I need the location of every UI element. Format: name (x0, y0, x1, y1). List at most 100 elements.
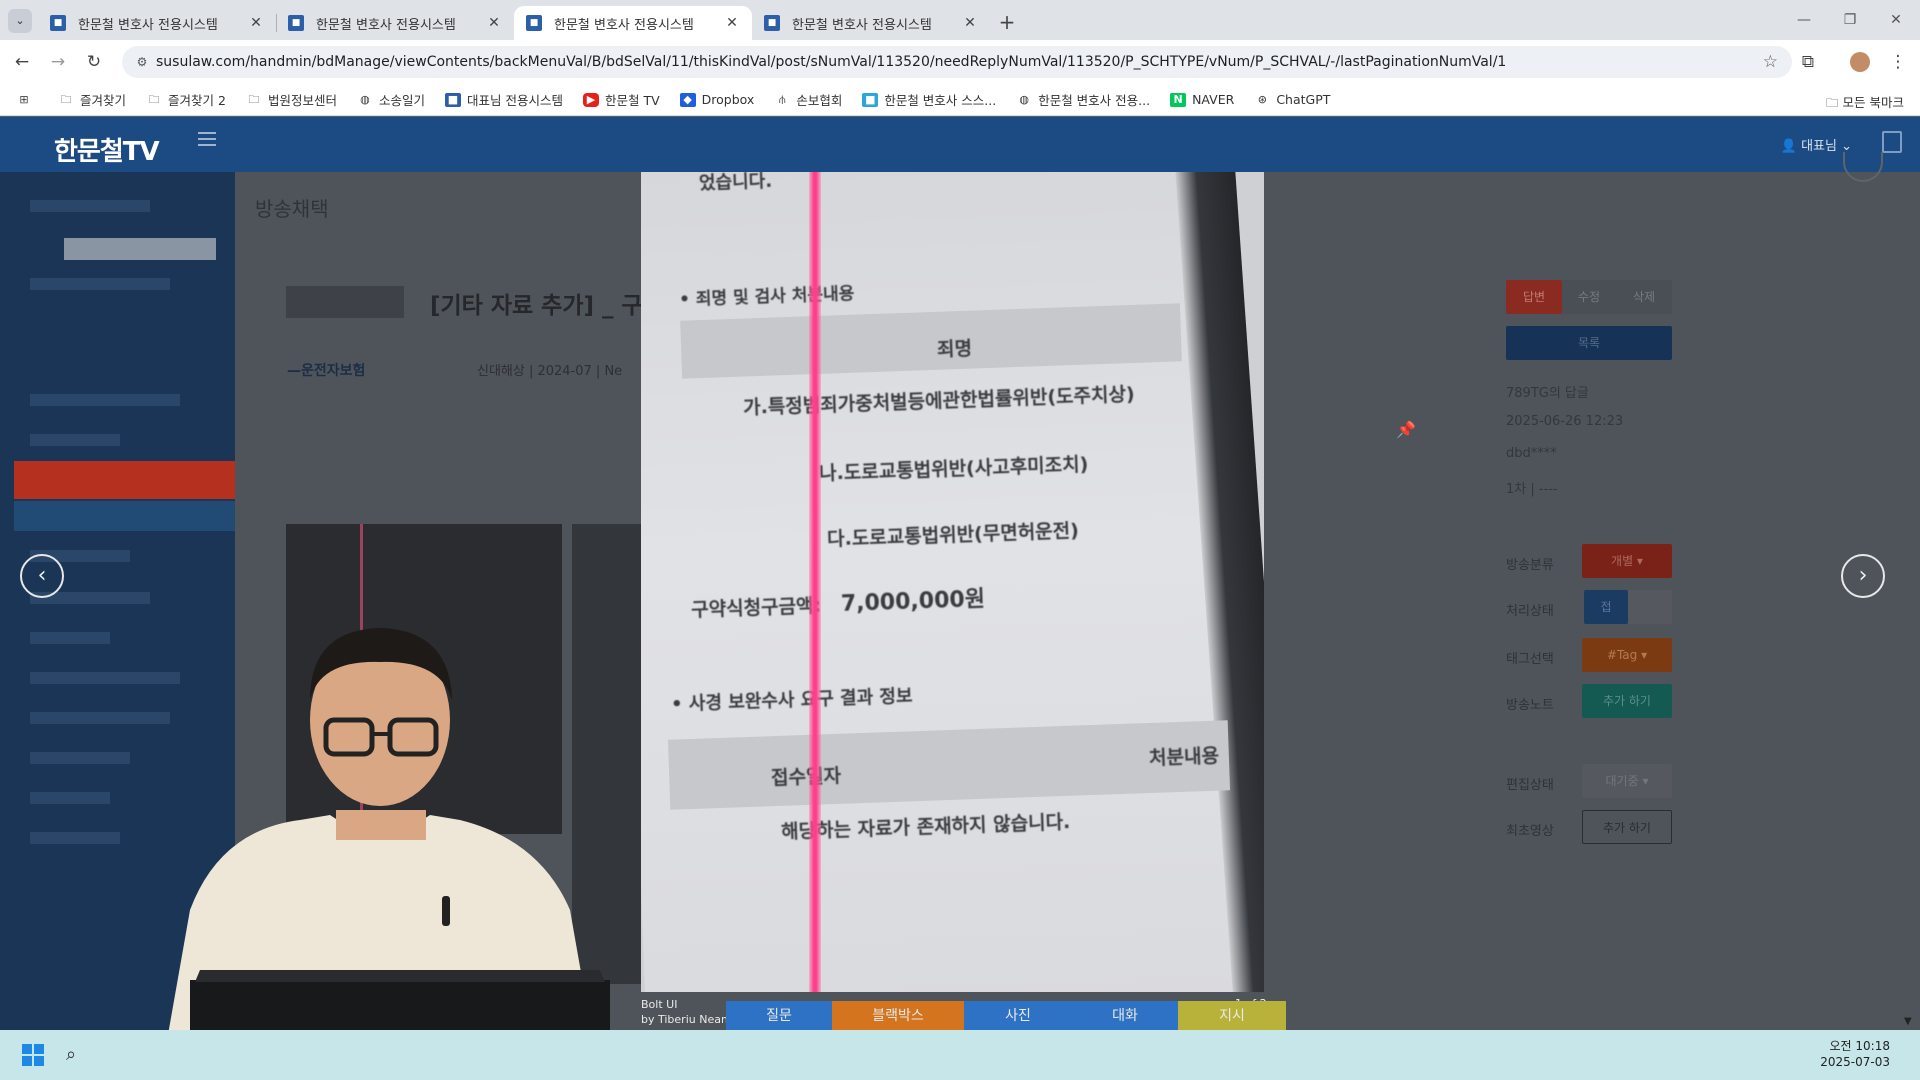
category-tab-chat[interactable]: 대화 (1072, 1001, 1178, 1031)
sidebar-item[interactable] (30, 792, 110, 804)
system-clock[interactable]: 오전 10:18 2025-07-03 (1820, 1038, 1890, 1070)
post-category[interactable]: —운전자보험 (287, 360, 365, 380)
tab-close-icon[interactable]: ✕ (246, 13, 266, 33)
bookmark-item[interactable]: N NAVER (1170, 92, 1234, 107)
claim-value: 7,000,000원 (840, 586, 986, 617)
search-icon[interactable]: ⌕ (66, 1044, 76, 1065)
address-bar[interactable]: ⚙ susulaw.com/handmin/bdManage/viewConte… (122, 46, 1792, 78)
bookmark-label: 한문철 변호사 전용... (1038, 93, 1151, 108)
user-icon: 👤 (1780, 139, 1802, 154)
list-button[interactable]: 목록 (1506, 326, 1672, 360)
bookmark-item[interactable]: ◆ Dropbox (679, 92, 755, 107)
pin-icon[interactable]: 📌 (1396, 420, 1416, 439)
browser-tab-active[interactable]: ■ 한문철 변호사 전용시스템 ✕ (514, 6, 752, 40)
bookmark-item[interactable]: ⊛ ChatGPT (1254, 92, 1331, 107)
bookmark-item[interactable]: ■ 대표님 전용시스템 (444, 90, 563, 109)
browser-tab[interactable]: ■ 한문철 변호사 전용시스템 ✕ (38, 6, 276, 40)
globe-icon: ◍ (1019, 92, 1029, 106)
all-bookmarks-folder[interactable]: 🗀 모든 북마크 (1826, 92, 1904, 115)
user-menu[interactable]: 👤 대표님 ⌄ (1781, 135, 1852, 154)
bookmark-item[interactable]: ◍ 한문철 변호사 전용... (1016, 90, 1150, 109)
folder-icon: 🗀 (248, 92, 260, 106)
bookmark-label: 소송일기 (378, 93, 425, 108)
broadcast-note-add-button[interactable]: 추가 하기 (1582, 684, 1672, 718)
delete-button[interactable]: 삭제 (1616, 280, 1672, 314)
clock-time: 오전 10:18 (1829, 1039, 1890, 1053)
windows-start-icon[interactable] (22, 1044, 44, 1066)
sidebar-item[interactable] (30, 434, 120, 446)
sidebar-subitem-active[interactable] (14, 501, 235, 531)
tag-select-dropdown[interactable]: #Tag ▾ (1582, 638, 1672, 672)
bookmark-label: ChatGPT (1276, 92, 1331, 107)
category-tab-blackbox[interactable]: 블랙박스 (832, 1001, 964, 1031)
next-arrow-icon[interactable]: › (1841, 554, 1885, 598)
chatgpt-icon: ⊛ (1257, 92, 1267, 106)
folder-icon: 🗀 (60, 92, 72, 106)
scrollbar-down-arrow-icon[interactable]: ▼ (1904, 1016, 1912, 1027)
browser-menu-icon[interactable]: ⋮ (1884, 48, 1912, 76)
reload-icon[interactable]: ↻ (80, 48, 108, 76)
browser-tab[interactable]: ■ 한문철 변호사 전용시스템 ✕ (276, 6, 514, 40)
tab-close-icon[interactable]: ✕ (960, 13, 980, 33)
extensions-icon[interactable]: ⧉ (1794, 48, 1822, 76)
bookmark-item[interactable]: 🗀 법원정보센터 (246, 90, 337, 109)
bookmarks-bar: ⊞ 🗀 즐겨찾기 🗀 즐겨찾기 2 🗀 법원정보센터 ◍ 소송일기 ■ 대표님 전용시스템… (0, 84, 1920, 116)
sidebar-item[interactable] (30, 278, 170, 290)
back-arrow-icon[interactable]: ← (8, 48, 36, 76)
forward-arrow-icon[interactable]: → (44, 48, 72, 76)
bookmark-label: 한문철 변호사 스스... (884, 93, 997, 108)
bookmark-label: 한문철 TV (604, 93, 660, 108)
tab-search-chevron-icon[interactable]: ⌄ (8, 9, 32, 33)
watermark-text: Bolt UI by Tiberiu Neamu (641, 997, 739, 1027)
profile-avatar[interactable] (1846, 48, 1874, 76)
bookmark-item[interactable]: ⫛ 손보협회 (774, 90, 842, 109)
app-logo[interactable]: 한문철TV (54, 131, 160, 168)
site-info-icon[interactable]: ⚙ (134, 54, 150, 70)
url-text: susulaw.com/handmin/bdManage/viewContent… (156, 54, 1507, 70)
logout-icon[interactable] (1882, 131, 1902, 153)
category-tab-photo[interactable]: 사진 (964, 1001, 1072, 1031)
sidebar-item[interactable] (30, 632, 110, 644)
tab-title: 한문철 변호사 전용시스템 (792, 17, 932, 33)
original-video-add-button[interactable]: 추가 하기 (1582, 810, 1672, 844)
edit-status-select[interactable]: 대기중 ▾ (1582, 764, 1672, 798)
folder-icon: 🗀 (1826, 95, 1843, 110)
bookmark-item[interactable]: ■ 한문철 변호사 스스... (862, 90, 996, 109)
category-tab-instruction[interactable]: 지시 (1178, 1001, 1286, 1031)
app-favicon-icon: ■ (288, 15, 304, 31)
tab-title: 한문철 변호사 전용시스템 (316, 17, 456, 33)
new-tab-button[interactable]: + (993, 8, 1021, 36)
bookmark-item[interactable]: 🗀 즐겨찾기 2 (146, 90, 226, 109)
bookmark-item[interactable]: 🗀 즐겨찾기 (58, 90, 127, 109)
browser-tab[interactable]: ■ 한문철 변호사 전용시스템 ✕ (752, 6, 990, 40)
process-status-label: 처리상태 (1506, 604, 1554, 619)
tab-close-icon[interactable]: ✕ (484, 13, 504, 33)
category-tab-question[interactable]: 질문 (726, 1001, 832, 1031)
apps-grid-icon[interactable]: ⊞ (16, 93, 38, 107)
answer-button[interactable]: 답변 (1506, 280, 1562, 314)
bookmark-item[interactable]: ▶ 한문철 TV (582, 90, 660, 109)
bookmark-label: Dropbox (701, 92, 755, 107)
post-meta: 신대해상 | 2024-07 | Ne (477, 364, 623, 379)
edit-button[interactable]: 수정 (1562, 280, 1616, 314)
close-window-icon[interactable]: ✕ (1876, 8, 1916, 32)
bookmark-label: 즐겨찾기 (80, 93, 127, 108)
bookmark-star-icon[interactable]: ☆ (1763, 52, 1778, 72)
process-status-toggle-off[interactable] (1628, 590, 1672, 624)
screen-glare-line (809, 172, 821, 992)
broadcast-type-select[interactable]: 개별 ▾ (1582, 544, 1672, 578)
minimize-icon[interactable]: — (1784, 8, 1824, 32)
restore-icon[interactable]: ❐ (1830, 8, 1870, 32)
hamburger-menu-icon[interactable] (198, 132, 216, 146)
app-favicon-icon: ■ (50, 15, 66, 31)
tab-close-icon[interactable]: ✕ (722, 13, 742, 33)
sidebar-item[interactable] (30, 200, 150, 212)
bookmark-item[interactable]: ◍ 소송일기 (357, 90, 425, 109)
prev-arrow-icon[interactable]: ‹ (20, 554, 64, 598)
sidebar-item[interactable] (30, 394, 180, 406)
process-status-toggle[interactable]: 접 (1584, 590, 1628, 624)
original-video-label: 최초영상 (1506, 824, 1554, 839)
bookmark-label: 법원정보센터 (267, 93, 337, 108)
sidebar-item-active[interactable] (14, 461, 235, 499)
sidebar-search-input[interactable] (64, 238, 216, 260)
